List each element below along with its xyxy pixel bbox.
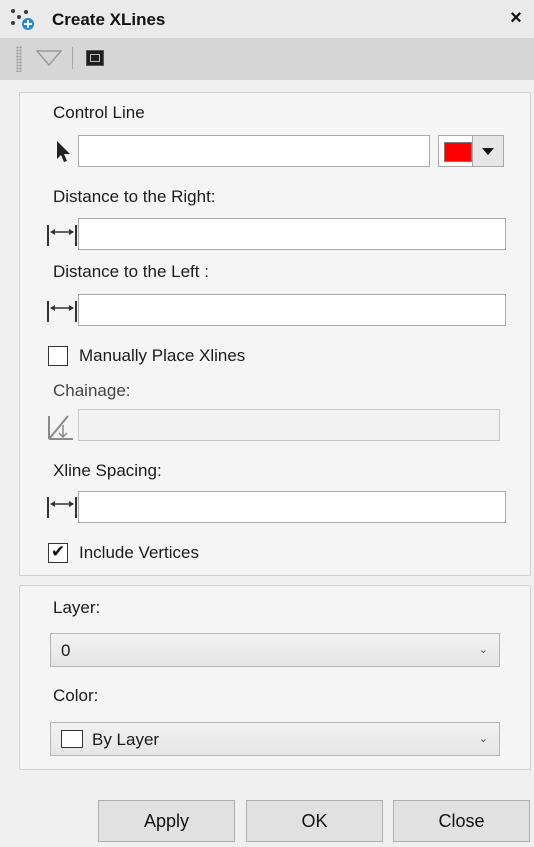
filter-triangle-icon[interactable] [35, 50, 63, 71]
toolbar-separator [72, 47, 73, 69]
xline-spacing-label: Xline Spacing: [53, 461, 162, 480]
control-line-color-picker[interactable] [438, 135, 504, 167]
window-title: Create XLines [52, 10, 166, 29]
distance-left-label: Distance to the Left : [53, 262, 209, 281]
grip-handle-icon[interactable] [16, 46, 22, 72]
distance-left-input[interactable] [78, 294, 506, 326]
toolbar [0, 38, 534, 80]
distance-right-input[interactable] [78, 218, 506, 250]
color-swatch [444, 142, 472, 162]
ok-button[interactable]: OK [246, 800, 383, 842]
distance-measure-icon [46, 494, 78, 525]
color-select[interactable]: By Layer ⌄ [50, 722, 500, 756]
layer-label: Layer: [53, 598, 101, 617]
color-swatch [61, 730, 83, 748]
control-line-input[interactable] [78, 135, 430, 167]
close-icon[interactable]: × [506, 7, 526, 30]
manual-place-checkbox[interactable] [48, 346, 68, 366]
chevron-down-icon[interactable] [472, 136, 503, 166]
chevron-down-icon: ⌄ [478, 644, 488, 656]
close-button[interactable]: Close [393, 800, 530, 842]
pick-cursor-icon[interactable] [54, 139, 74, 170]
include-vertices-label: Include Vertices [79, 543, 200, 562]
chevron-down-icon: ⌄ [478, 733, 488, 745]
manual-place-label: Manually Place Xlines [79, 346, 246, 365]
distance-measure-icon [46, 222, 78, 253]
chainage-input[interactable] [78, 409, 500, 441]
apply-button[interactable]: Apply [98, 800, 235, 842]
color-selected-value: By Layer [92, 730, 160, 749]
chainage-label: Chainage: [53, 381, 131, 400]
checkmark-icon: ✔ [51, 542, 66, 561]
color-label: Color: [53, 686, 99, 705]
distance-measure-icon [46, 298, 78, 329]
layer-selected-value: 0 [61, 641, 71, 660]
distance-right-label: Distance to the Right: [53, 187, 216, 206]
include-vertices-checkbox[interactable]: ✔ [48, 542, 68, 563]
title-bar: Create XLines × [0, 0, 534, 38]
chainage-angle-icon [46, 412, 76, 447]
control-line-label: Control Line [53, 103, 145, 122]
terminal-icon[interactable] [86, 50, 104, 66]
layer-select[interactable]: 0 ⌄ [50, 633, 500, 667]
xlines-app-icon [10, 8, 36, 32]
xline-spacing-input[interactable] [78, 491, 506, 523]
